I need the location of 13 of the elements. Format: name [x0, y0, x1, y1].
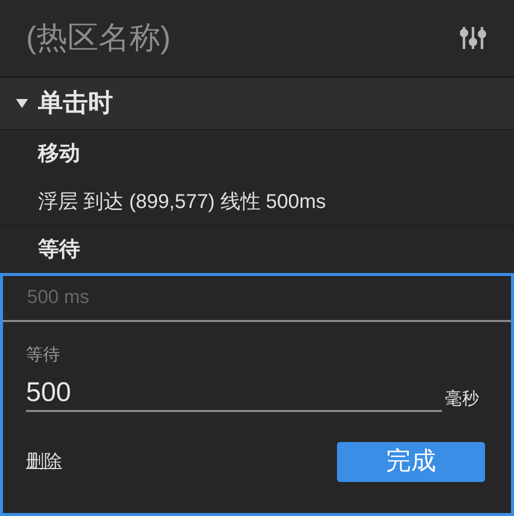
hotspot-title: (热区名称) — [26, 18, 171, 57]
unit-label: 毫秒 — [445, 388, 479, 410]
sliders-icon[interactable] — [460, 25, 486, 51]
duration-input[interactable]: 500 — [26, 374, 442, 412]
action-name: 移动 — [38, 141, 80, 168]
section-header[interactable]: 单击时 — [0, 78, 514, 130]
triangle-icon — [16, 98, 28, 108]
action-name: 等待 — [38, 236, 80, 263]
action-detail: 浮层 到达 (899,577) 线性 500ms — [38, 190, 326, 214]
section-title: 单击时 — [38, 88, 113, 119]
action-detail: 500 ms — [27, 286, 90, 310]
delete-link[interactable]: 删除 — [26, 448, 62, 475]
field-label: 等待 — [26, 344, 61, 366]
